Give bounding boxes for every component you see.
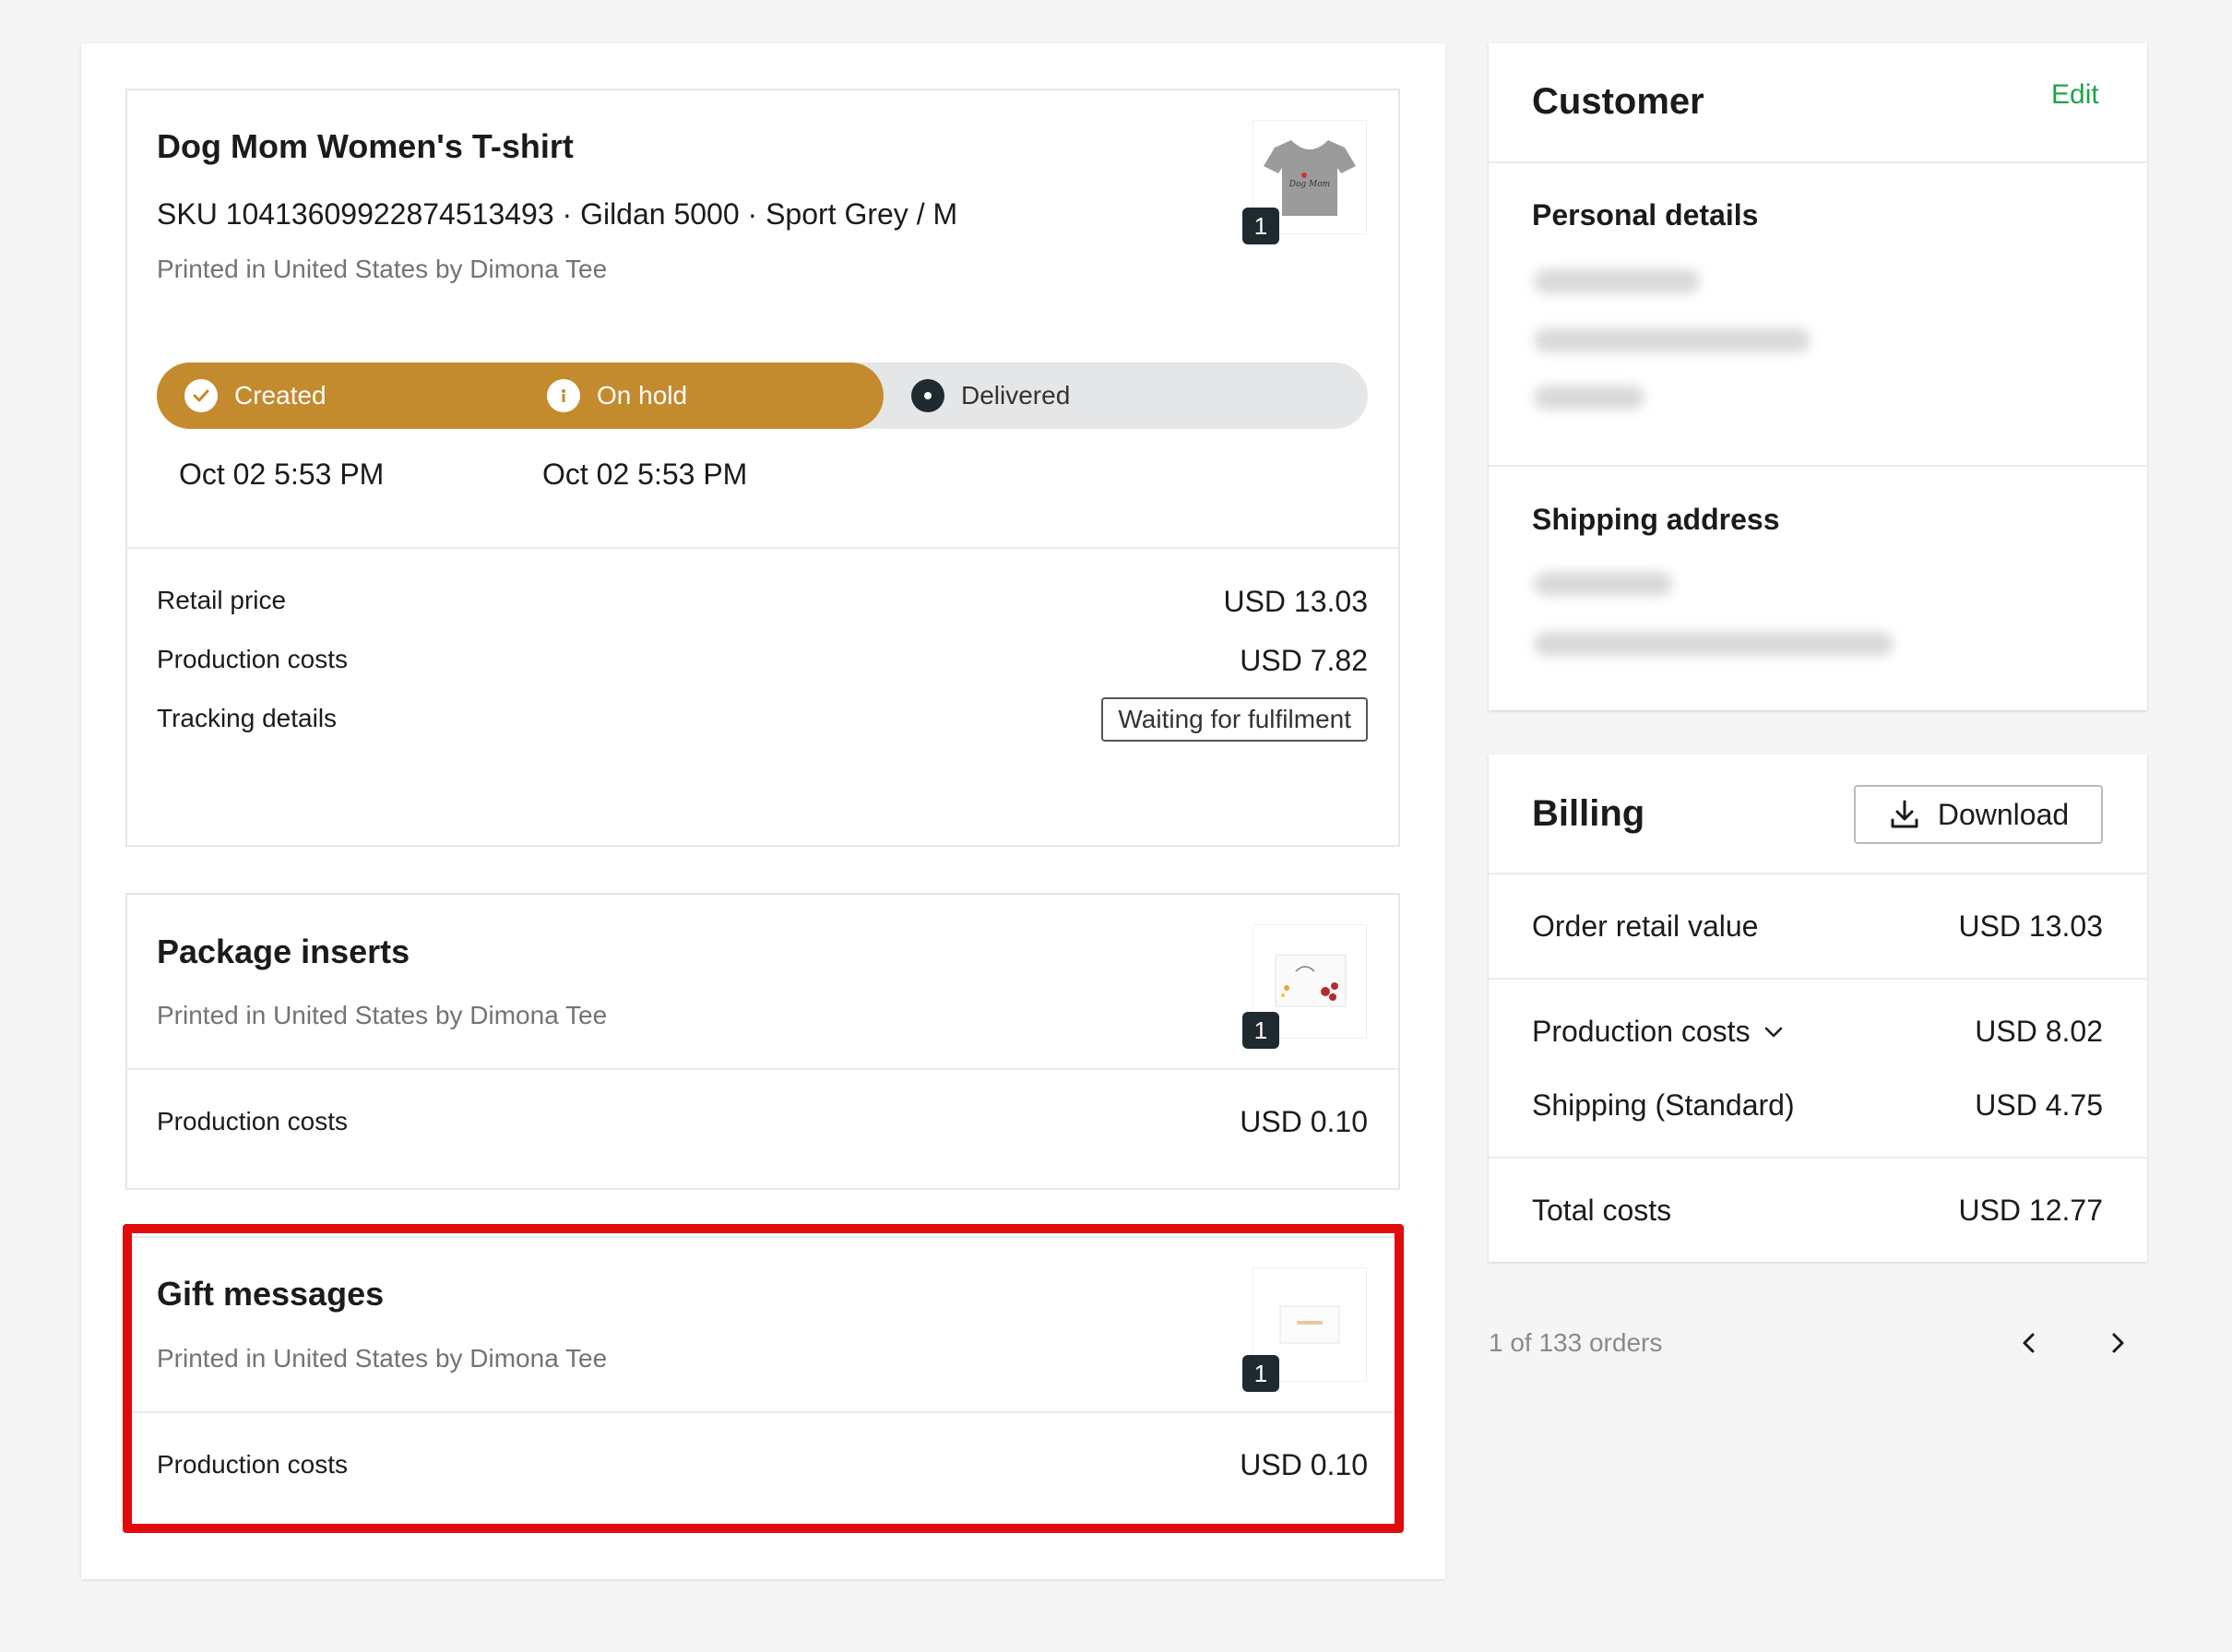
step-on-hold-date: Oct 02 5:53 PM xyxy=(542,458,748,491)
redacted-name xyxy=(1534,269,1700,293)
production-costs-value: USD 7.82 xyxy=(1240,644,1368,677)
download-button-label: Download xyxy=(1937,797,2070,831)
order-retail-label-text: Order retail value xyxy=(1532,909,1759,943)
total-costs-value: USD 12.77 xyxy=(1958,1194,2103,1227)
step-on-hold: On hold xyxy=(547,379,687,412)
chevron-left-icon xyxy=(2023,1333,2035,1353)
chevron-right-icon xyxy=(2112,1333,2124,1353)
order-retail-value: USD 13.03 xyxy=(1958,909,2103,943)
info-icon xyxy=(547,379,580,412)
step-created-label: Created xyxy=(234,381,326,410)
gift-production-costs-label: Production costs xyxy=(157,1450,348,1479)
redacted-phone xyxy=(1534,386,1644,410)
total-costs-label-text: Total costs xyxy=(1532,1194,1672,1227)
billing-title: Billing xyxy=(1532,793,1645,834)
download-icon xyxy=(1891,800,1918,828)
billing-divider-3 xyxy=(1489,1157,2147,1159)
gift-message-quantity-badge: 1 xyxy=(1242,1355,1279,1392)
check-icon xyxy=(184,379,218,412)
product-sku-line: SKU 10413609922874513493 · Gildan 5000 ·… xyxy=(157,197,958,231)
billing-divider-2 xyxy=(1489,978,2147,980)
inserts-production-costs-value: USD 0.10 xyxy=(1240,1105,1368,1138)
redacted-address-line-1 xyxy=(1534,572,1672,596)
tracking-status-badge: Waiting for fulfilment xyxy=(1101,697,1368,742)
personal-details-heading: Personal details xyxy=(1532,198,1759,232)
shipping-standard-label-text: Shipping (Standard) xyxy=(1532,1088,1795,1122)
customer-edit-link[interactable]: Edit xyxy=(2051,79,2099,111)
package-inserts-printed-by: Printed in United States by Dimona Tee xyxy=(157,1001,608,1029)
step-created: Created xyxy=(184,379,326,412)
gift-messages-printed-by: Printed in United States by Dimona Tee xyxy=(157,1344,608,1373)
retail-price-label: Retail price xyxy=(157,586,287,614)
gift-card-icon xyxy=(1279,1305,1340,1344)
pagination-count: 1 of 133 orders xyxy=(1489,1328,1663,1357)
tshirt-print-text: Dog Mom xyxy=(1288,180,1330,189)
tracking-details-label: Tracking details xyxy=(157,704,338,732)
inserts-divider xyxy=(127,1068,1398,1070)
step-on-hold-label: On hold xyxy=(597,381,688,410)
order-retail-label: Order retail value xyxy=(1532,909,1758,944)
step-delivered-label: Delivered xyxy=(961,381,1071,410)
inserts-production-costs-label: Production costs xyxy=(157,1107,348,1135)
billing-production-costs-label: Production costs xyxy=(1532,1015,1751,1048)
dot-icon xyxy=(911,379,944,412)
step-delivered: Delivered xyxy=(911,379,1070,412)
customer-title: Customer xyxy=(1532,81,1704,122)
product-divider xyxy=(127,547,1398,549)
insert-card-icon xyxy=(1275,954,1347,1007)
gift-production-costs-value: USD 0.10 xyxy=(1240,1448,1368,1481)
product-title: Dog Mom Women's T-shirt xyxy=(157,127,574,165)
gift-divider xyxy=(127,1411,1398,1413)
step-created-date: Oct 02 5:53 PM xyxy=(179,458,385,491)
total-costs-label: Total costs xyxy=(1532,1194,1671,1228)
redacted-email xyxy=(1534,328,1811,352)
customer-divider-2 xyxy=(1489,465,2147,467)
tshirt-icon: Dog Mom xyxy=(1264,140,1356,216)
previous-order-button[interactable] xyxy=(2007,1321,2051,1365)
gift-messages-title: Gift messages xyxy=(157,1275,385,1313)
shipping-address-heading: Shipping address xyxy=(1532,503,1780,536)
product-printed-by: Printed in United States by Dimona Tee xyxy=(157,255,608,283)
chevron-down-icon xyxy=(1764,1027,1782,1037)
retail-price-value: USD 13.03 xyxy=(1223,585,1368,618)
package-insert-quantity-badge: 1 xyxy=(1242,1012,1279,1049)
download-button[interactable]: Download xyxy=(1854,785,2103,844)
package-inserts-title: Package inserts xyxy=(157,933,410,970)
next-order-button[interactable] xyxy=(2095,1321,2140,1365)
shipping-standard-value: USD 4.75 xyxy=(1975,1088,2103,1122)
billing-divider-1 xyxy=(1489,873,2147,874)
customer-divider-1 xyxy=(1489,161,2147,163)
billing-production-costs-value: USD 8.02 xyxy=(1975,1015,2103,1048)
production-costs-label: Production costs xyxy=(157,645,348,673)
customer-card xyxy=(1489,43,2147,710)
product-quantity-badge: 1 xyxy=(1242,208,1279,244)
redacted-address-line-2 xyxy=(1534,632,1894,656)
shipping-standard-label: Shipping (Standard) xyxy=(1532,1088,1795,1123)
billing-production-costs-toggle[interactable]: Production costs xyxy=(1532,1015,1786,1049)
